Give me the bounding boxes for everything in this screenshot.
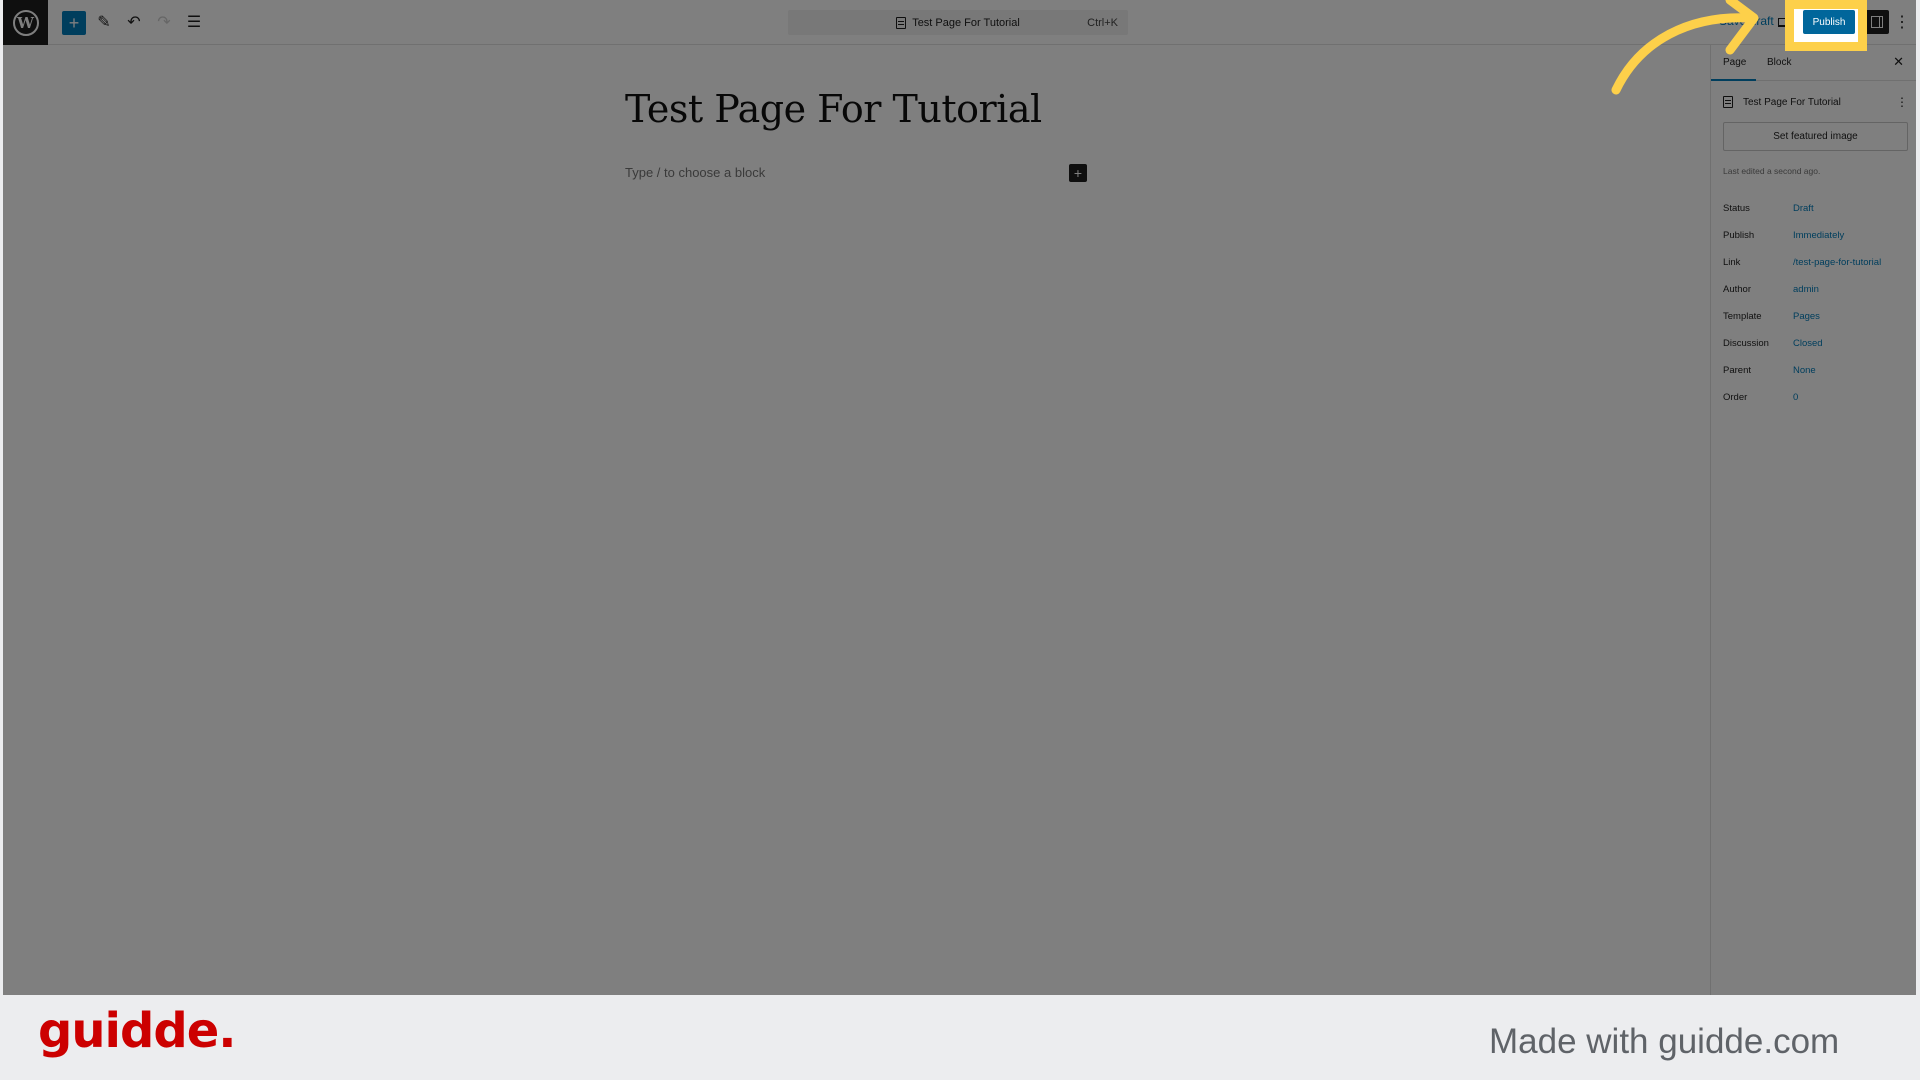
tools-pencil-icon[interactable]: ✎ xyxy=(92,10,116,34)
laptop-icon xyxy=(1778,17,1792,27)
meta-label: Order xyxy=(1723,392,1748,403)
document-actions-icon[interactable]: ⋮ xyxy=(1896,95,1908,109)
meta-label: Template xyxy=(1723,311,1762,322)
meta-row-parent: Parent None xyxy=(1723,357,1916,384)
page-meta: Status Draft Publish Immediately Link /t… xyxy=(1723,195,1916,411)
page-icon xyxy=(896,16,907,29)
tab-block[interactable]: Block xyxy=(1767,57,1791,68)
editor-canvas: Test Page For Tutorial Type / to choose … xyxy=(3,45,1710,995)
publish-button-highlighted[interactable]: Publish xyxy=(1803,10,1855,34)
meta-value-parent[interactable]: None xyxy=(1793,365,1816,376)
document-summary: Test Page For Tutorial ⋮ xyxy=(1723,92,1908,112)
sidebar-tabs: Page Block ✕ xyxy=(1711,45,1916,81)
sidebar-panel-icon xyxy=(1871,16,1883,28)
meta-row-link: Link /test-page-for-tutorial xyxy=(1723,249,1916,276)
meta-label: Link xyxy=(1723,257,1741,268)
page-title[interactable]: Test Page For Tutorial xyxy=(625,87,1042,131)
meta-label: Status xyxy=(1723,203,1750,214)
add-block-button[interactable]: + xyxy=(62,11,86,35)
editor-toolbar: W + ✎ ↶ ↷ ☰ Test Page For Tutorial Ctrl+… xyxy=(3,0,1916,45)
guidde-logo: guidde. xyxy=(38,1003,236,1059)
save-draft-button[interactable]: Save draft xyxy=(1719,14,1774,28)
wordpress-logo-button[interactable]: W xyxy=(3,0,48,45)
tab-page[interactable]: Page xyxy=(1723,57,1746,68)
wordpress-icon: W xyxy=(12,9,39,36)
meta-value-link[interactable]: /test-page-for-tutorial xyxy=(1793,257,1881,268)
settings-sidebar: Page Block ✕ Test Page For Tutorial ⋮ Se… xyxy=(1710,45,1916,995)
meta-row-discussion: Discussion Closed xyxy=(1723,330,1916,357)
made-with-text: Made with guidde.com xyxy=(1489,1022,1840,1061)
meta-row-status: Status Draft xyxy=(1723,195,1916,222)
meta-row-template: Template Pages xyxy=(1723,303,1916,330)
last-edited-text: Last edited a second ago. xyxy=(1723,166,1821,176)
set-featured-image-button[interactable]: Set featured image xyxy=(1723,122,1908,151)
meta-label: Publish xyxy=(1723,230,1755,241)
redo-icon[interactable]: ↷ xyxy=(152,10,176,34)
meta-row-author: Author admin xyxy=(1723,276,1916,303)
page-icon xyxy=(1723,96,1733,108)
block-placeholder[interactable]: Type / to choose a block xyxy=(625,165,765,180)
meta-value-author[interactable]: admin xyxy=(1793,284,1819,295)
meta-value-publish[interactable]: Immediately xyxy=(1793,230,1844,241)
meta-label: Discussion xyxy=(1723,338,1769,349)
undo-icon[interactable]: ↶ xyxy=(122,10,146,34)
list-view-icon[interactable]: ☰ xyxy=(182,10,206,34)
meta-row-publish: Publish Immediately xyxy=(1723,222,1916,249)
command-title: Test Page For Tutorial xyxy=(912,16,1020,29)
active-tab-indicator xyxy=(1711,79,1756,81)
guidde-footer: guidde. Made with guidde.com xyxy=(0,995,1920,1080)
app-window: W + ✎ ↶ ↷ ☰ Test Page For Tutorial Ctrl+… xyxy=(3,0,1916,995)
meta-row-order: Order 0 xyxy=(1723,384,1916,411)
meta-label: Parent xyxy=(1723,365,1751,376)
command-shortcut: Ctrl+K xyxy=(1087,16,1118,29)
close-icon[interactable]: ✕ xyxy=(1893,54,1904,70)
meta-value-discussion[interactable]: Closed xyxy=(1793,338,1823,349)
meta-value-order[interactable]: 0 xyxy=(1793,392,1798,403)
meta-label: Author xyxy=(1723,284,1751,295)
command-palette-button[interactable]: Test Page For Tutorial Ctrl+K xyxy=(788,10,1128,35)
settings-toggle-button[interactable] xyxy=(1865,10,1889,34)
block-inserter-button[interactable]: + xyxy=(1069,164,1087,182)
document-title: Test Page For Tutorial xyxy=(1743,96,1841,108)
meta-value-status[interactable]: Draft xyxy=(1793,203,1814,214)
meta-value-template[interactable]: Pages xyxy=(1793,311,1820,322)
options-menu-icon[interactable]: ⋮ xyxy=(1894,10,1910,34)
